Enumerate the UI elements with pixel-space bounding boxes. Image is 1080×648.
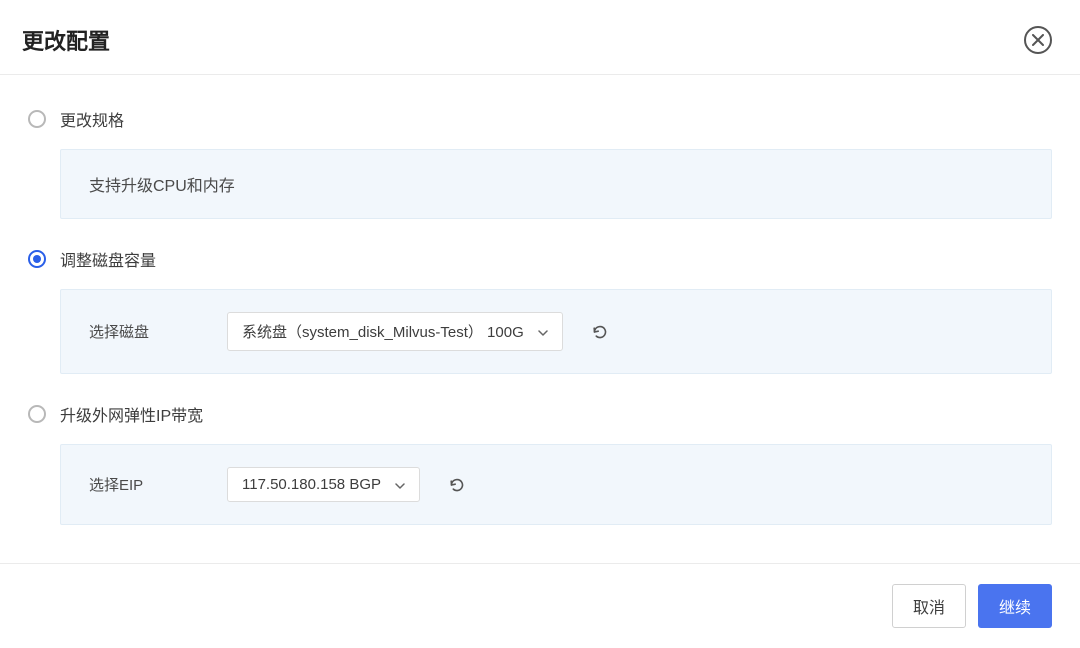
option-eip-head[interactable]: 升级外网弹性IP带宽 (28, 402, 1052, 426)
option-spec-block: 更改规格 支持升级CPU和内存 (28, 107, 1052, 219)
cancel-button[interactable]: 取消 (892, 584, 966, 628)
close-icon (1032, 34, 1044, 46)
disk-dropdown-value: 系统盘（system_disk_Milvus-Test） 100G (242, 321, 524, 342)
eip-dropdown-value: 117.50.180.158 BGP (242, 476, 381, 493)
chevron-down-icon (538, 323, 548, 340)
option-disk-panel: 选择磁盘 系统盘（system_disk_Milvus-Test） 100G (60, 289, 1052, 374)
eip-dropdown[interactable]: 117.50.180.158 BGP (227, 467, 420, 502)
option-eip-label: 升级外网弹性IP带宽 (60, 402, 203, 426)
eip-select-row: 选择EIP 117.50.180.158 BGP (89, 467, 1023, 502)
option-eip-block: 升级外网弹性IP带宽 选择EIP 117.50.180.158 BGP (28, 402, 1052, 525)
option-spec-label: 更改规格 (60, 107, 124, 131)
eip-refresh-button[interactable] (448, 476, 466, 494)
option-eip-panel: 选择EIP 117.50.180.158 BGP (60, 444, 1052, 525)
chevron-down-icon (395, 476, 405, 493)
disk-select-row: 选择磁盘 系统盘（system_disk_Milvus-Test） 100G (89, 312, 1023, 351)
radio-eip[interactable] (28, 405, 46, 423)
refresh-icon (591, 323, 609, 341)
option-spec-panel: 支持升级CPU和内存 (60, 149, 1052, 219)
option-disk-label: 调整磁盘容量 (60, 247, 156, 271)
disk-dropdown[interactable]: 系统盘（system_disk_Milvus-Test） 100G (227, 312, 563, 351)
modal-title: 更改配置 (22, 24, 110, 56)
option-disk-head[interactable]: 调整磁盘容量 (28, 247, 1052, 271)
option-disk-block: 调整磁盘容量 选择磁盘 系统盘（system_disk_Milvus-Test）… (28, 247, 1052, 374)
change-config-modal: 更改配置 更改规格 支持升级CPU和内存 调整磁盘容量 (0, 0, 1080, 648)
radio-disk[interactable] (28, 250, 46, 268)
close-button[interactable] (1024, 26, 1052, 54)
modal-footer: 取消 继续 (0, 563, 1080, 648)
disk-refresh-button[interactable] (591, 323, 609, 341)
option-spec-head[interactable]: 更改规格 (28, 107, 1052, 131)
option-spec-desc: 支持升级CPU和内存 (89, 178, 235, 195)
radio-spec[interactable] (28, 110, 46, 128)
eip-select-label: 选择EIP (89, 474, 199, 495)
refresh-icon (448, 476, 466, 494)
continue-button[interactable]: 继续 (978, 584, 1052, 628)
modal-header: 更改配置 (0, 0, 1080, 75)
disk-select-label: 选择磁盘 (89, 321, 199, 342)
modal-body: 更改规格 支持升级CPU和内存 调整磁盘容量 选择磁盘 系统盘（system_d… (0, 75, 1080, 563)
